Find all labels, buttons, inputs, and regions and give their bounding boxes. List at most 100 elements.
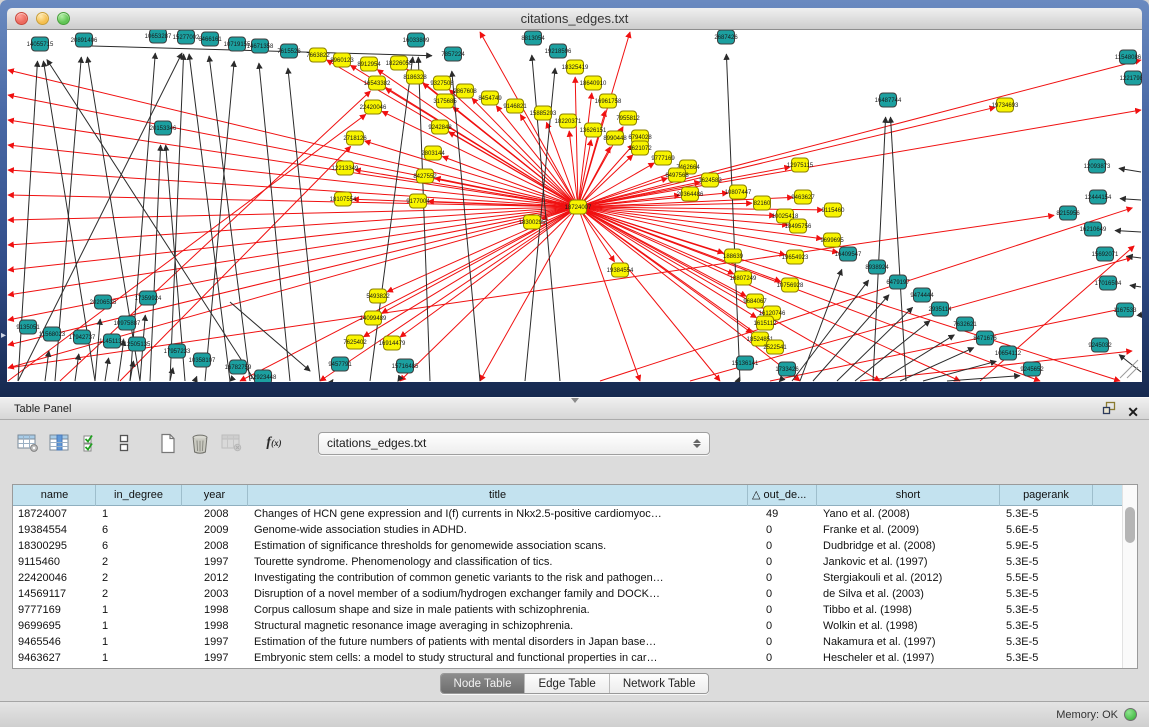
table-cell[interactable]: 1997 bbox=[182, 554, 248, 570]
table-cell[interactable]: Structural magnetic resonance image aver… bbox=[248, 618, 748, 634]
network-window-titlebar[interactable]: citations_edges.txt bbox=[7, 8, 1142, 30]
table-cell[interactable]: Estimation of the future numbers of pati… bbox=[248, 634, 748, 650]
float-panel-icon[interactable] bbox=[1102, 401, 1117, 423]
table-cell[interactable]: 18724007 bbox=[14, 506, 96, 522]
table-cell[interactable]: Disruption of a novel member of a sodium… bbox=[248, 586, 748, 602]
table-cell[interactable]: 0 bbox=[748, 650, 817, 666]
table-cell[interactable]: 2008 bbox=[182, 506, 248, 522]
select-columns-button[interactable] bbox=[78, 430, 106, 456]
table-cell[interactable]: 6 bbox=[96, 538, 182, 554]
table-cell[interactable]: 5.3E-5 bbox=[1000, 586, 1093, 602]
table-cell[interactable]: Yano et al. (2008) bbox=[817, 506, 1000, 522]
table-cell[interactable]: Changes of HCN gene expression and I(f) … bbox=[248, 506, 748, 522]
table-cell[interactable]: 49 bbox=[748, 506, 817, 522]
table-cell[interactable]: 14569117 bbox=[14, 586, 96, 602]
network-window[interactable]: citations_edges.txt 18724007140557152089… bbox=[0, 0, 1149, 397]
table-cell[interactable]: Hescheler et al. (1997) bbox=[817, 650, 1000, 666]
table-cell[interactable]: 2012 bbox=[182, 570, 248, 586]
table-cell[interactable]: 0 bbox=[748, 586, 817, 602]
table-cell[interactable]: 1997 bbox=[182, 634, 248, 650]
table-row[interactable]: 946362711997Embryonic stem cells: a mode… bbox=[13, 650, 1137, 666]
table-cell[interactable]: 0 bbox=[748, 570, 817, 586]
panel-collapse-arrow[interactable]: ▸ bbox=[1, 330, 6, 341]
table-cell[interactable]: 2003 bbox=[182, 586, 248, 602]
table-cell[interactable]: Tibbo et al. (1998) bbox=[817, 602, 1000, 618]
network-canvas[interactable]: 1872400714055715208914061065328715277002… bbox=[7, 30, 1142, 382]
table-cell[interactable]: 0 bbox=[748, 554, 817, 570]
table-cell[interactable]: Nakamura et al. (1997) bbox=[817, 634, 1000, 650]
table-cell[interactable]: 19384554 bbox=[14, 522, 96, 538]
table-cell[interactable]: 5.3E-5 bbox=[1000, 618, 1093, 634]
table-cell[interactable]: 9465546 bbox=[14, 634, 96, 650]
table-cell[interactable]: 5.3E-5 bbox=[1000, 634, 1093, 650]
column-header-pagerank[interactable]: pagerank bbox=[1000, 485, 1093, 506]
table-cell[interactable]: 5.3E-5 bbox=[1000, 650, 1093, 666]
table-cell[interactable]: 9699695 bbox=[14, 618, 96, 634]
table-cell[interactable]: 5.9E-5 bbox=[1000, 538, 1093, 554]
table-cell[interactable]: Estimation of significance thresholds fo… bbox=[248, 538, 748, 554]
table-cell[interactable]: Stergiakouli et al. (2012) bbox=[817, 570, 1000, 586]
table-cell[interactable]: 9463627 bbox=[14, 650, 96, 666]
table-row[interactable]: 1872400712008Changes of HCN gene express… bbox=[13, 506, 1137, 522]
table-selector[interactable]: citations_edges.txt bbox=[318, 432, 710, 455]
table-cell[interactable]: 0 bbox=[748, 618, 817, 634]
table-cell[interactable]: Jankovic et al. (1997) bbox=[817, 554, 1000, 570]
column-header-in_degree[interactable]: in_degree bbox=[96, 485, 182, 506]
table-cell[interactable]: 1 bbox=[96, 618, 182, 634]
table-cell[interactable]: 2 bbox=[96, 570, 182, 586]
table-cell[interactable]: Dudbridge et al. (2008) bbox=[817, 538, 1000, 554]
table-cell[interactable]: Genome-wide association studies in ADHD. bbox=[248, 522, 748, 538]
table-panel-header[interactable]: Table Panel ✕ bbox=[0, 397, 1149, 420]
table-cell[interactable]: 1 bbox=[96, 602, 182, 618]
table-cell[interactable]: 2009 bbox=[182, 522, 248, 538]
table-cell[interactable]: 5.6E-5 bbox=[1000, 522, 1093, 538]
table-scrollbar[interactable] bbox=[1122, 485, 1137, 668]
table-cell[interactable]: Wolkin et al. (1998) bbox=[817, 618, 1000, 634]
table-options-button[interactable] bbox=[14, 430, 42, 456]
table-cell[interactable]: 6 bbox=[96, 522, 182, 538]
delete-column-button[interactable] bbox=[186, 430, 214, 456]
table-cell[interactable]: 0 bbox=[748, 602, 817, 618]
column-header-short[interactable]: short bbox=[817, 485, 1000, 506]
stacked-rows-button[interactable] bbox=[110, 430, 138, 456]
tab-node-table[interactable]: Node Table bbox=[441, 674, 525, 693]
show-columns-button[interactable] bbox=[46, 430, 74, 456]
function-builder-button[interactable]: f(x) bbox=[260, 430, 288, 456]
table-row[interactable]: 977716911998Corpus callosum shape and si… bbox=[13, 602, 1137, 618]
table-row[interactable]: 946554611997Estimation of the future num… bbox=[13, 634, 1137, 650]
table-row[interactable]: 1938455462009Genome-wide association stu… bbox=[13, 522, 1137, 538]
table-cell[interactable]: 1 bbox=[96, 634, 182, 650]
table-cell[interactable]: 2 bbox=[96, 554, 182, 570]
table-row[interactable]: 911546021997Tourette syndrome. Phenomeno… bbox=[13, 554, 1137, 570]
table-cell[interactable]: 0 bbox=[748, 538, 817, 554]
column-header-year[interactable]: year bbox=[182, 485, 248, 506]
table-cell[interactable]: 0 bbox=[748, 522, 817, 538]
tab-edge-table[interactable]: Edge Table bbox=[524, 674, 608, 693]
column-header-name[interactable]: name bbox=[14, 485, 96, 506]
table-cell[interactable]: 18300295 bbox=[14, 538, 96, 554]
table-cell[interactable]: 9777169 bbox=[14, 602, 96, 618]
panel-resize-grip[interactable] bbox=[571, 398, 579, 403]
table-cell[interactable]: 5.3E-5 bbox=[1000, 554, 1093, 570]
table-cell[interactable]: 9115460 bbox=[14, 554, 96, 570]
table-cell[interactable]: 22420046 bbox=[14, 570, 96, 586]
table-cell[interactable]: Investigating the contribution of common… bbox=[248, 570, 748, 586]
column-header-title[interactable]: title bbox=[248, 485, 748, 506]
table-cell[interactable]: Franke et al. (2009) bbox=[817, 522, 1000, 538]
table-cell[interactable]: 1 bbox=[96, 506, 182, 522]
table-cell[interactable]: Corpus callosum shape and size in male p… bbox=[248, 602, 748, 618]
table-cell[interactable]: 1998 bbox=[182, 618, 248, 634]
table-cell[interactable]: Embryonic stem cells: a model to study s… bbox=[248, 650, 748, 666]
table-scrollbar-thumb[interactable] bbox=[1125, 507, 1135, 543]
table-cell[interactable]: 1998 bbox=[182, 602, 248, 618]
table-cell[interactable]: 1 bbox=[96, 650, 182, 666]
table-cell[interactable]: 2008 bbox=[182, 538, 248, 554]
table-cell[interactable]: 5.5E-5 bbox=[1000, 570, 1093, 586]
column-header-out_de[interactable]: △ out_de... bbox=[748, 485, 817, 506]
table-cell[interactable]: de Silva et al. (2003) bbox=[817, 586, 1000, 602]
table-cell[interactable]: 5.3E-5 bbox=[1000, 506, 1093, 522]
table-cell[interactable]: 2 bbox=[96, 586, 182, 602]
table-cell[interactable]: Tourette syndrome. Phenomenology and cla… bbox=[248, 554, 748, 570]
table-row[interactable]: 2242004622012Investigating the contribut… bbox=[13, 570, 1137, 586]
tab-network-table[interactable]: Network Table bbox=[609, 674, 709, 693]
